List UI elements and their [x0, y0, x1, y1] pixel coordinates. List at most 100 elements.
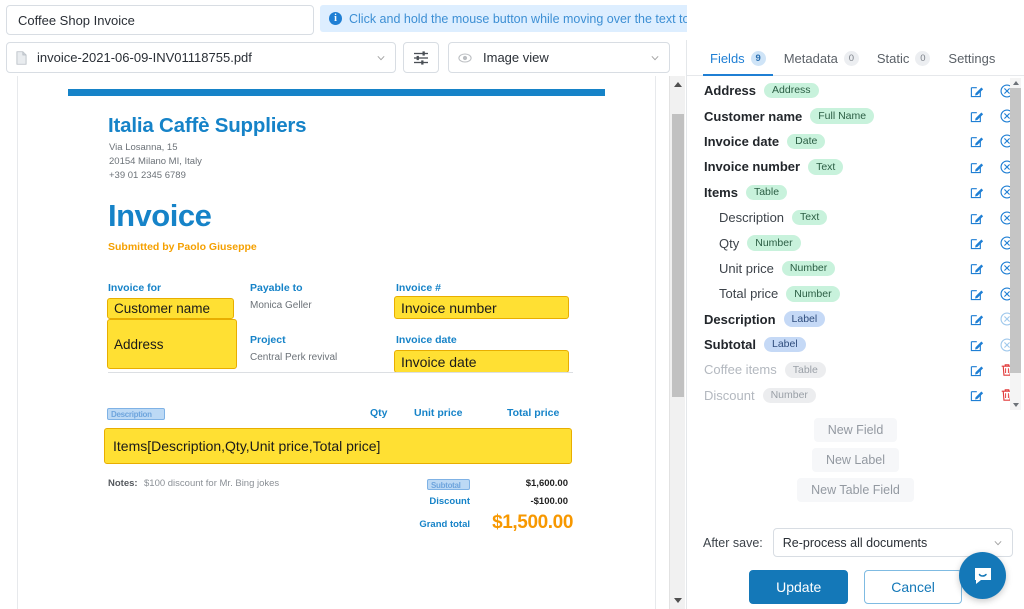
field-row[interactable]: Invoice date Date — [687, 129, 1024, 154]
scroll-down-arrow-icon — [1013, 403, 1019, 407]
viewer-scroll-up-button[interactable] — [670, 76, 686, 93]
invoice-heading: Invoice — [108, 198, 211, 234]
new-table-field-button[interactable]: New Table Field — [797, 478, 914, 502]
edit-field-button[interactable] — [970, 185, 984, 199]
viewer-scroll-down-button[interactable] — [670, 592, 686, 609]
field-name: Coffee items — [704, 362, 777, 377]
selected-description-header[interactable]: Description — [107, 408, 165, 420]
field-name: Description — [719, 210, 784, 225]
tab-count-badge: 0 — [915, 51, 930, 66]
field-type-badge: Number — [763, 388, 816, 404]
panel-scroll-down-button[interactable] — [1010, 400, 1021, 410]
edit-pencil-icon — [970, 261, 984, 275]
label-invoice-date: Invoice date — [396, 334, 457, 346]
field-row[interactable]: DescriptionLabel — [687, 307, 1024, 332]
field-row[interactable]: ItemsTable — [687, 180, 1024, 205]
highlight-invoice-date[interactable]: Invoice date — [394, 350, 569, 373]
chat-widget-button[interactable] — [959, 552, 1006, 599]
label-project: Project — [250, 334, 286, 346]
field-name: Invoice date — [704, 134, 779, 149]
highlight-invoice-number[interactable]: Invoice number — [394, 296, 569, 319]
document-viewer[interactable]: Italia Caffè Suppliers Via Losanna, 15 2… — [0, 76, 690, 609]
panel-scroll-up-button[interactable] — [1010, 78, 1021, 88]
view-mode-selector[interactable]: Image view — [448, 42, 670, 73]
edit-field-button[interactable] — [970, 160, 984, 174]
notes-label: Notes: — [108, 478, 138, 489]
field-row-actions — [970, 332, 1014, 357]
edit-field-button[interactable] — [970, 388, 984, 402]
field-name: Description — [704, 312, 776, 327]
edit-field-button[interactable] — [970, 109, 984, 123]
invoice-page: Italia Caffè Suppliers Via Losanna, 15 2… — [18, 76, 655, 609]
field-row[interactable]: Invoice numberText — [687, 154, 1024, 179]
page-right-edge — [655, 76, 656, 609]
file-selector[interactable]: invoice-2021-06-09-INV01118755.pdf — [6, 42, 396, 73]
selected-subtotal-label[interactable]: Subtotal — [427, 479, 470, 490]
panel-scrollbar[interactable] — [1010, 78, 1021, 410]
field-row[interactable]: DescriptionText — [687, 205, 1024, 230]
chevron-down-icon — [650, 53, 660, 63]
field-type-badge: Full Name — [810, 108, 874, 124]
tab-fields[interactable]: Fields9 — [701, 51, 775, 75]
after-save-row: After save: Re-process all documents — [703, 528, 1013, 557]
edit-field-button[interactable] — [970, 338, 984, 352]
panel-scrollbar-thumb[interactable] — [1010, 88, 1021, 373]
viewer-scrollbar-thumb[interactable] — [672, 114, 684, 397]
field-row-actions — [970, 154, 1014, 179]
grand-total-label: Grand total — [398, 519, 470, 530]
edit-field-button[interactable] — [970, 312, 984, 326]
scroll-down-arrow-icon — [674, 598, 682, 603]
field-row[interactable]: QtyNumber — [687, 230, 1024, 255]
field-name: Qty — [719, 236, 739, 251]
field-row[interactable]: Customer nameFull Name — [687, 103, 1024, 128]
edit-pencil-icon — [970, 338, 984, 352]
field-name: Discount — [704, 388, 755, 403]
edit-pencil-icon — [970, 236, 984, 250]
field-type-badge: Date — [787, 134, 825, 150]
file-name-label: invoice-2021-06-09-INV01118755.pdf — [37, 50, 376, 65]
field-row[interactable]: Total priceNumber — [687, 281, 1024, 306]
field-type-badge: Number — [782, 261, 835, 277]
field-row[interactable]: Unit priceNumber — [687, 256, 1024, 281]
cancel-button[interactable]: Cancel — [864, 570, 962, 604]
edit-pencil-icon — [970, 211, 984, 225]
edit-pencil-icon — [970, 134, 984, 148]
field-row[interactable]: Coffee itemsTable — [687, 357, 1024, 382]
document-icon — [16, 51, 27, 65]
viewer-scrollbar[interactable] — [669, 76, 685, 609]
edit-pencil-icon — [970, 160, 984, 174]
field-row-actions — [970, 180, 1014, 205]
edit-field-button[interactable] — [970, 211, 984, 225]
highlight-customer-name[interactable]: Customer name — [107, 298, 234, 319]
field-type-badge: Address — [764, 83, 819, 99]
fields-list: AddressAddressCustomer nameFull NameInvo… — [687, 78, 1024, 410]
field-row-actions — [970, 78, 1014, 103]
edit-pencil-icon — [970, 363, 984, 377]
tab-metadata[interactable]: Metadata0 — [775, 51, 868, 75]
tab-static[interactable]: Static 0 — [868, 51, 940, 75]
edit-field-button[interactable] — [970, 236, 984, 250]
filter-settings-button[interactable] — [403, 42, 439, 73]
edit-field-button[interactable] — [970, 84, 984, 98]
highlight-items-table[interactable]: Items[Description,Qty,Unit price,Total p… — [104, 428, 572, 464]
company-address-line-1: Via Losanna, 15 — [109, 142, 178, 153]
tab-count-badge: 9 — [751, 51, 766, 66]
tab-settings[interactable]: Settings — [939, 51, 1004, 75]
edit-field-button[interactable] — [970, 261, 984, 275]
field-row-actions — [970, 383, 1014, 408]
edit-field-button[interactable] — [970, 134, 984, 148]
edit-field-button[interactable] — [970, 287, 984, 301]
update-button[interactable]: Update — [749, 570, 848, 604]
highlight-address[interactable]: Address — [107, 319, 237, 369]
new-field-button[interactable]: New Field — [814, 418, 898, 442]
field-row[interactable]: SubtotalLabel — [687, 332, 1024, 357]
edit-field-button[interactable] — [970, 363, 984, 377]
field-row[interactable]: Address Address — [687, 78, 1024, 103]
field-type-badge: Number — [786, 286, 839, 302]
field-row[interactable]: Discount Number — [687, 383, 1024, 408]
tab-label: Static — [877, 51, 910, 66]
tab-label: Metadata — [784, 51, 838, 66]
new-label-button[interactable]: New Label — [812, 448, 899, 472]
document-title-input[interactable] — [6, 5, 314, 35]
field-name: Address — [704, 83, 756, 98]
